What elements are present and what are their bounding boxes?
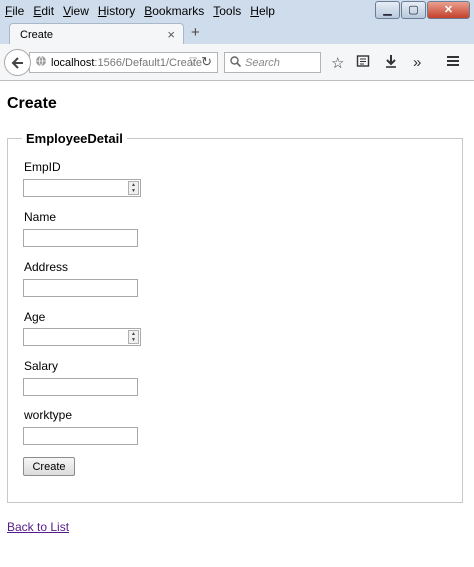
tab-strip: Create × + bbox=[0, 21, 474, 44]
url-host: localhost bbox=[51, 56, 95, 69]
menu-view[interactable]: View bbox=[63, 4, 89, 18]
search-placeholder: Search bbox=[245, 56, 280, 69]
salary-input[interactable] bbox=[23, 378, 138, 396]
url-dropdown-icon[interactable]: ▽ bbox=[189, 56, 197, 67]
menu-tools[interactable]: Tools bbox=[213, 4, 241, 18]
menu-edit[interactable]: Edit bbox=[33, 4, 54, 18]
address-input[interactable] bbox=[23, 279, 138, 297]
reload-icon[interactable]: ↻ bbox=[201, 54, 212, 70]
url-bar[interactable]: localhost:1566/Default1/Create ▽ ↻ bbox=[29, 52, 218, 73]
reading-list-icon[interactable] bbox=[356, 54, 370, 72]
hamburger-menu-icon[interactable] bbox=[446, 54, 460, 72]
empid-spinner[interactable]: ▲ ▼ bbox=[128, 181, 139, 195]
age-input[interactable] bbox=[24, 329, 128, 345]
menu-history[interactable]: History bbox=[98, 4, 135, 18]
search-bar[interactable]: Search bbox=[224, 52, 321, 73]
url-path: :1566/Default1/Create bbox=[94, 56, 203, 69]
minimize-button[interactable]: ▁ bbox=[375, 1, 400, 19]
fieldset-legend: EmployeeDetail bbox=[26, 131, 123, 146]
create-button[interactable]: Create bbox=[23, 457, 75, 476]
back-to-list-link[interactable]: Back to List bbox=[7, 520, 69, 534]
tab-close-icon[interactable]: × bbox=[167, 27, 175, 42]
search-icon bbox=[230, 55, 242, 70]
worktype-label: worktype bbox=[24, 408, 73, 422]
name-label: Name bbox=[24, 210, 57, 224]
maximize-button[interactable]: ▢ bbox=[401, 1, 426, 19]
empid-field[interactable]: ▲ ▼ bbox=[23, 179, 141, 197]
address-label: Address bbox=[24, 260, 69, 274]
globe-icon bbox=[35, 55, 47, 70]
empid-input[interactable] bbox=[24, 180, 128, 196]
age-spinner[interactable]: ▲ ▼ bbox=[128, 330, 139, 344]
tab-create[interactable]: Create × bbox=[9, 23, 184, 44]
back-arrow-icon[interactable] bbox=[4, 49, 31, 76]
tab-title: Create bbox=[20, 29, 54, 41]
empid-label: EmpID bbox=[24, 160, 61, 174]
download-icon[interactable] bbox=[384, 54, 398, 72]
name-input[interactable] bbox=[23, 229, 138, 247]
age-label: Age bbox=[24, 310, 46, 324]
menu-file[interactable]: File bbox=[5, 4, 24, 18]
bookmark-star-icon[interactable]: ☆ bbox=[331, 54, 344, 72]
page-title: Create bbox=[7, 95, 57, 112]
navigation-toolbar: localhost:1566/Default1/Create ▽ ↻ Searc… bbox=[0, 44, 474, 81]
menu-help[interactable]: Help bbox=[250, 4, 275, 18]
spin-down-icon[interactable]: ▼ bbox=[129, 188, 138, 194]
overflow-chevron-icon[interactable]: » bbox=[413, 54, 421, 71]
new-tab-icon[interactable]: + bbox=[191, 24, 200, 41]
age-field[interactable]: ▲ ▼ bbox=[23, 328, 141, 346]
salary-label: Salary bbox=[24, 359, 59, 373]
worktype-input[interactable] bbox=[23, 427, 138, 445]
menu-bookmarks[interactable]: Bookmarks bbox=[144, 4, 204, 18]
close-window-button[interactable]: ✕ bbox=[427, 1, 470, 19]
window-controls: ▁ ▢ ✕ bbox=[374, 1, 470, 19]
spin-down-icon[interactable]: ▼ bbox=[129, 337, 138, 343]
menu-bar: File Edit View History Bookmarks Tools H… bbox=[0, 0, 474, 21]
